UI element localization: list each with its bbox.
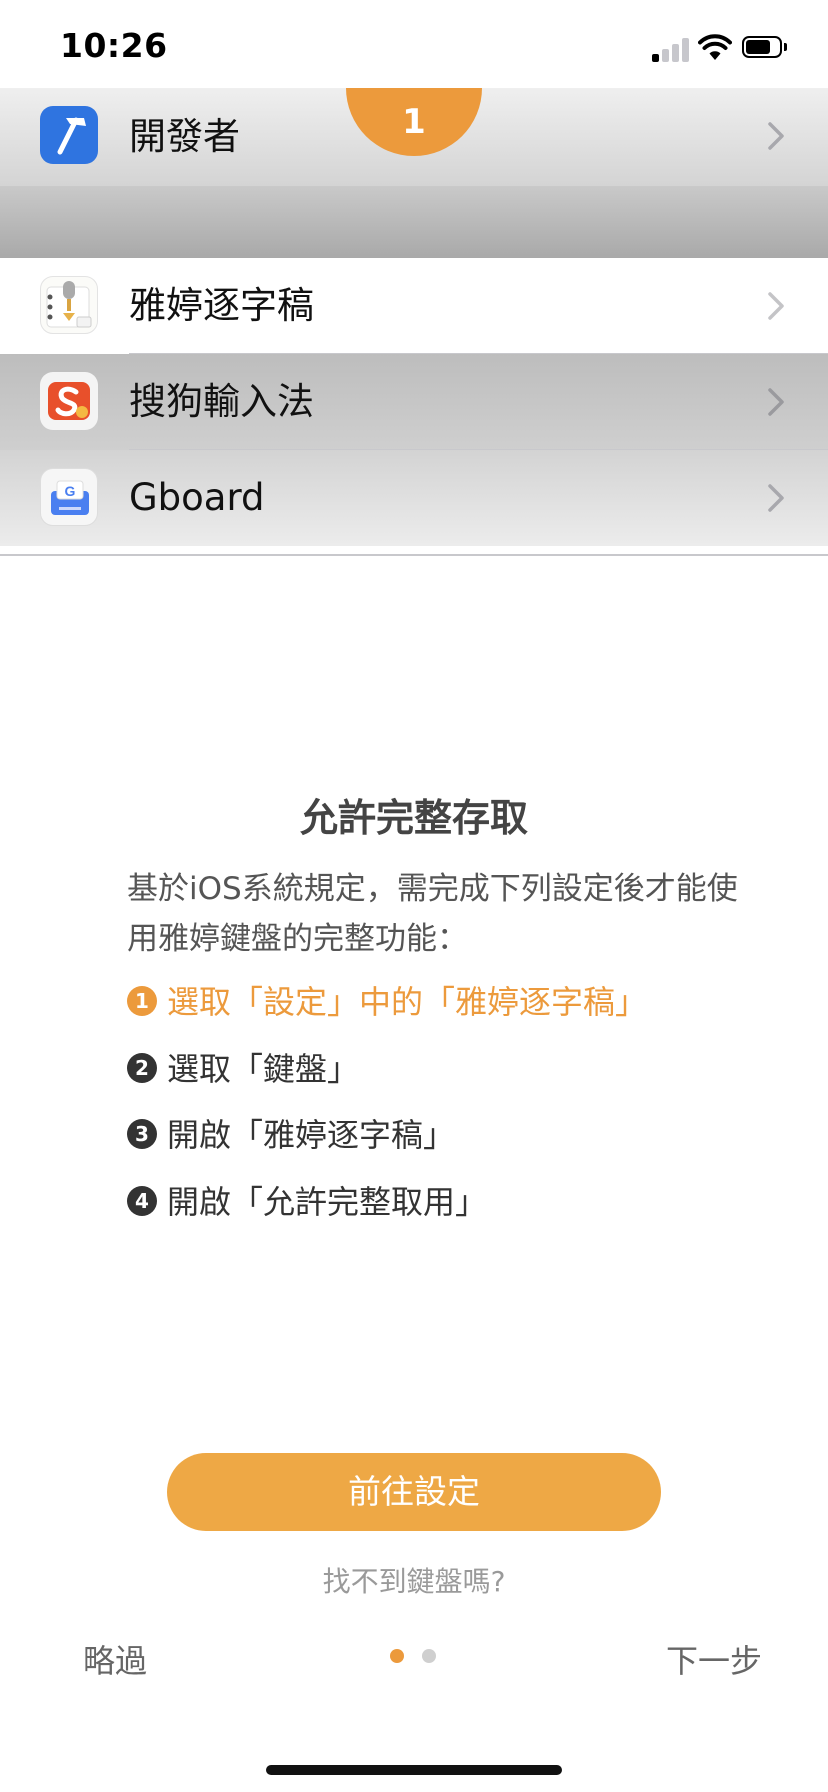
- step-item: 1 選取「設定」中的「雅婷逐字稿」: [127, 977, 647, 1027]
- chevron-right-icon: [768, 484, 784, 512]
- settings-row-label: 開發者: [129, 115, 240, 158]
- step-number: 4: [127, 1186, 157, 1216]
- section-divider: [0, 186, 828, 258]
- step-text: 選取「鍵盤」: [167, 1050, 360, 1088]
- notepad-microphone-icon: [40, 276, 98, 334]
- settings-row-label: 雅婷逐字稿: [129, 284, 314, 327]
- page-dot-inactive: [422, 1649, 436, 1663]
- go-to-settings-button[interactable]: 前往設定: [167, 1453, 661, 1531]
- step-badge-number: 1: [402, 102, 426, 142]
- status-bar: 10:26: [0, 0, 828, 88]
- step-number: 3: [127, 1119, 157, 1149]
- step-item: 4 開啟「允許完整取用」: [127, 1177, 487, 1227]
- next-step-button[interactable]: 下一步: [666, 1636, 762, 1682]
- step-item: 2 選取「鍵盤」: [127, 1044, 359, 1094]
- page-dot-active: [390, 1649, 404, 1663]
- settings-row-label: Gboard: [129, 476, 265, 519]
- step-number: 1: [127, 986, 157, 1016]
- step-item: 3 開啟「雅婷逐字稿」: [127, 1110, 455, 1160]
- cant-find-keyboard-link[interactable]: 找不到鍵盤嗎?: [0, 1560, 828, 1600]
- skip-button[interactable]: 略過: [83, 1636, 147, 1682]
- cellular-signal-icon: [652, 38, 692, 62]
- step-number: 2: [127, 1053, 157, 1083]
- settings-row-sogou: 搜狗輸入法: [0, 354, 828, 450]
- home-indicator[interactable]: [266, 1765, 562, 1775]
- battery-icon: [742, 36, 788, 60]
- settings-row-yating: 雅婷逐字稿: [0, 258, 828, 354]
- wifi-icon: [698, 34, 732, 60]
- chevron-right-icon: [768, 388, 784, 416]
- settings-row-label: 搜狗輸入法: [129, 380, 314, 423]
- gboard-icon: G: [40, 468, 98, 526]
- step-text: 選取「設定」中的「雅婷逐字稿」: [167, 983, 648, 1021]
- description: 基於iOS系統規定，需完成下列設定後才能使用雅婷鍵盤的完整功能：: [127, 871, 738, 957]
- chevron-right-icon: [768, 292, 784, 320]
- page-indicator: [390, 1649, 440, 1663]
- step-text: 開啟「允許完整取用」: [167, 1183, 488, 1221]
- settings-preview-illustration: 開發者 雅婷逐字稿 搜狗輸入法 G Gboard 1: [0, 88, 828, 556]
- svg-text:G: G: [65, 483, 76, 499]
- settings-row-gboard: G Gboard: [0, 450, 828, 546]
- page-title: 允許完整存取: [299, 796, 528, 840]
- sogou-icon: [40, 372, 98, 430]
- status-time: 10:26: [60, 26, 168, 65]
- step-text: 開啟「雅婷逐字稿」: [167, 1116, 456, 1154]
- chevron-right-icon: [768, 122, 784, 150]
- hammer-icon: [40, 106, 98, 164]
